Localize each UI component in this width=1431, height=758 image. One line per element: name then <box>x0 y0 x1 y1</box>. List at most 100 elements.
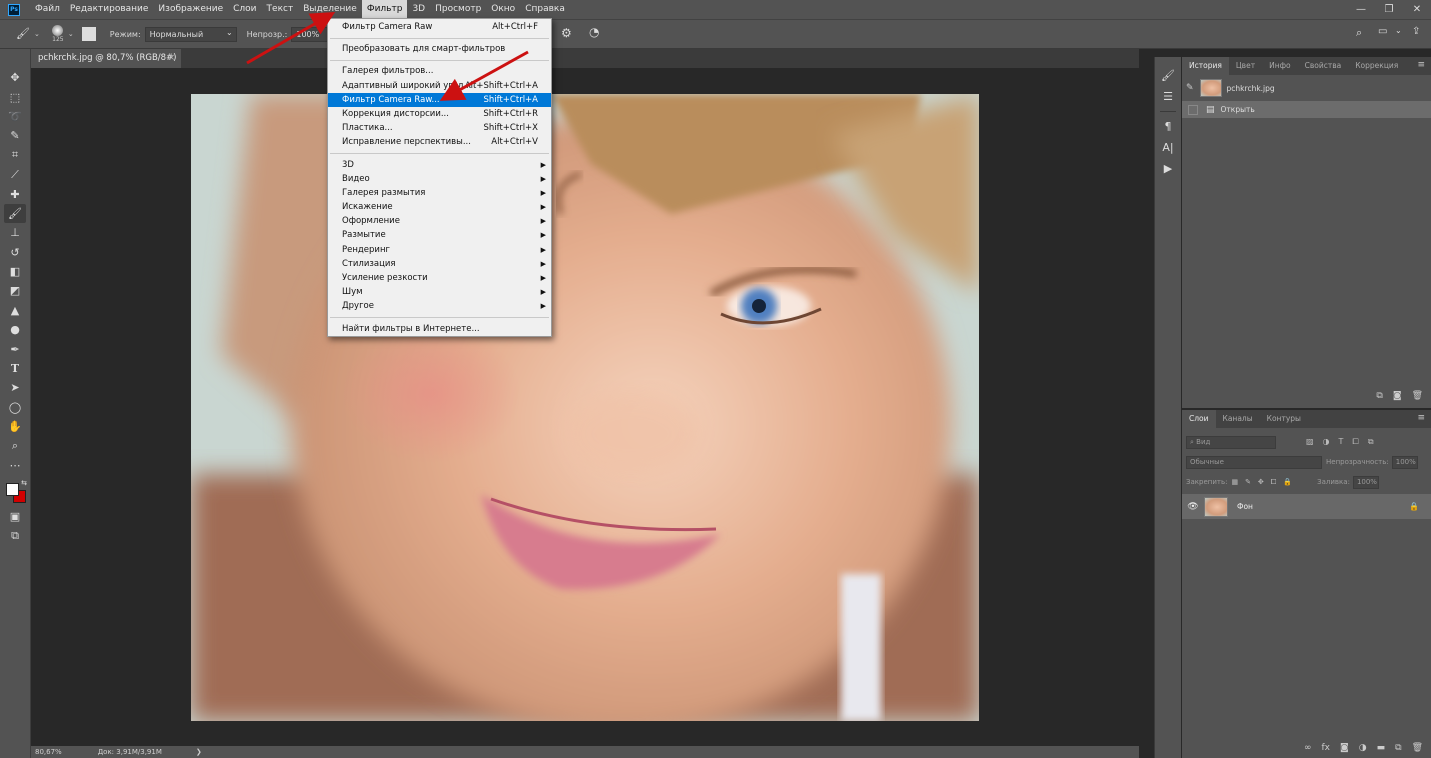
chevron-down-icon[interactable]: ⌄ <box>1395 26 1402 35</box>
filter-menu-item[interactable]: Искажение ▶ <box>328 200 551 214</box>
filter-menu-item[interactable]: Адаптивный широкий угол... Alt+Shift+Ctrl… <box>328 79 551 93</box>
layer-filter-icons[interactable]: ▨◑T⧠⧉ <box>1306 437 1383 447</box>
document-tab[interactable]: pchkrchk.jpg @ 80,7% (RGB/8#) × <box>31 49 181 68</box>
type-tool-icon[interactable]: T <box>4 359 26 378</box>
filter-menu-item[interactable]: Пластика... Shift+Ctrl+X <box>328 121 551 135</box>
panel-tab-3[interactable]: Свойства <box>1298 57 1349 75</box>
chevron-down-icon[interactable]: ⌄ <box>34 30 40 38</box>
menu-1[interactable]: Редактирование <box>65 0 154 19</box>
panel-tab-0[interactable]: Слои <box>1182 410 1216 428</box>
new-group-folder-icon[interactable]: ▬ <box>1377 743 1386 753</box>
history-brush-tool-icon[interactable]: ↺ <box>4 243 26 262</box>
panel-tab-2[interactable]: Контуры <box>1260 410 1308 428</box>
filter-menu-item[interactable]: Галерея фильтров... <box>328 64 551 78</box>
crop-tool-icon[interactable]: ⌗ <box>4 146 26 165</box>
path-selection-tool-icon[interactable]: ➤ <box>4 378 26 397</box>
filter-menu-item[interactable]: Галерея размытия ▶ <box>328 186 551 200</box>
filter-menu-item[interactable]: Исправление перспективы... Alt+Ctrl+V <box>328 135 551 149</box>
filter-menu-item[interactable]: Преобразовать для смарт-фильтров <box>328 42 551 56</box>
history-source-checkbox[interactable] <box>1188 104 1198 115</box>
close-tab-icon[interactable]: × <box>168 49 175 68</box>
menu-3[interactable]: Слои <box>228 0 261 19</box>
filter-menu-item[interactable]: Фильтр Camera Raw Alt+Ctrl+F <box>328 20 551 34</box>
layer-filter-select[interactable]: ⌕ Вид <box>1186 435 1276 449</box>
foreground-color-swatch[interactable] <box>6 483 19 497</box>
marquee-tool-icon[interactable]: ⬚ <box>4 87 26 106</box>
filter-menu-item[interactable]: 3D ▶ <box>328 158 551 172</box>
menu-10[interactable]: Справка <box>520 0 570 19</box>
canvas-area[interactable] <box>31 68 1139 746</box>
menu-0[interactable]: Файл <box>30 0 65 19</box>
brush-settings-icon[interactable]: 🖌 <box>1158 65 1178 86</box>
panel-tab-2[interactable]: Инфо <box>1262 57 1298 75</box>
filter-menu-item[interactable]: Усиление резкости ▶ <box>328 271 551 285</box>
brush-preset-picker[interactable]: 125 <box>50 23 66 45</box>
eye-visibility-icon[interactable]: 👁 <box>1182 502 1204 512</box>
actions-play-icon[interactable]: ▶ <box>1158 158 1178 179</box>
eraser-tool-icon[interactable]: ◧ <box>4 262 26 281</box>
blend-mode-select[interactable]: Обычные <box>1186 455 1322 469</box>
trash-icon[interactable]: 🗑 <box>1412 391 1423 401</box>
brush-settings-panel-icon[interactable] <box>81 27 96 41</box>
dodge-tool-icon[interactable]: ● <box>4 320 26 339</box>
filter-menu-item[interactable]: Фильтр Camera Raw... Shift+Ctrl+A <box>328 92 551 107</box>
eyedropper-tool-icon[interactable]: ⟋ <box>4 165 26 184</box>
panel-menu-icon[interactable]: ≡ <box>1417 60 1425 70</box>
camera-snapshot-icon[interactable]: ◙ <box>1393 391 1402 401</box>
zoom-tool-icon[interactable]: ⌕ <box>4 436 26 455</box>
filter-menu-item[interactable]: Видео ▶ <box>328 172 551 186</box>
mode-select[interactable]: Нормальный <box>144 26 237 42</box>
close-window-icon[interactable]: ✕ <box>1403 0 1431 19</box>
pressure-size-icon[interactable]: ◔ <box>589 25 599 39</box>
menu-2[interactable]: Изображение <box>153 0 228 19</box>
layer-row[interactable]: 👁 Фон 🔒 <box>1182 494 1431 519</box>
paragraph-icon[interactable]: ¶ <box>1158 116 1178 137</box>
filter-menu-item[interactable]: Коррекция дисторсии... Shift+Ctrl+R <box>328 107 551 121</box>
move-tool-icon[interactable]: ✥ <box>4 68 26 87</box>
lock-icon[interactable]: 🔒 <box>1409 502 1419 511</box>
status-menu-icon[interactable]: ❯ <box>196 748 202 756</box>
panel-tab-0[interactable]: История <box>1182 57 1229 75</box>
screen-mode-icon[interactable]: ⧉ <box>4 527 26 546</box>
workspace-icon[interactable]: ▭ <box>1378 26 1387 37</box>
clone-stamp-tool-icon[interactable]: ⊥ <box>4 223 26 242</box>
adjustments-sliders-icon[interactable]: ☰ <box>1158 86 1178 107</box>
history-brush-source-icon[interactable]: ✎ <box>1186 83 1194 93</box>
menu-7[interactable]: 3D <box>407 0 430 19</box>
document-image[interactable] <box>191 94 979 721</box>
ellipse-tool-icon[interactable]: ◯ <box>4 398 26 417</box>
photoshop-logo-icon[interactable]: Ps <box>8 3 20 16</box>
filter-menu-item[interactable]: Размытие ▶ <box>328 228 551 242</box>
search-icon[interactable]: ⌕ <box>1356 26 1362 40</box>
lock-icons[interactable]: ▦✎✥⧠🔒 <box>1231 478 1299 487</box>
zoom-level[interactable]: 80,67% <box>35 748 62 756</box>
menu-4[interactable]: Текст <box>262 0 299 19</box>
layer-mask-icon[interactable]: ◙ <box>1340 743 1349 753</box>
chevron-down-icon[interactable]: ⌄ <box>68 30 74 38</box>
new-document-from-state-icon[interactable]: ⧉ <box>1376 391 1382 401</box>
healing-brush-tool-icon[interactable]: ✚ <box>4 184 26 203</box>
gear-icon[interactable]: ⚙ <box>561 26 572 40</box>
share-icon[interactable]: ⇪ <box>1412 26 1420 37</box>
quick-selection-tool-icon[interactable]: ✎ <box>4 126 26 145</box>
filter-menu-item[interactable]: Найти фильтры в Интернете... <box>328 322 551 336</box>
more-tools-icon[interactable]: ⋯ <box>4 456 26 475</box>
filter-menu-item[interactable]: Рендеринг ▶ <box>328 243 551 257</box>
panel-tab-4[interactable]: Коррекция <box>1348 57 1405 75</box>
filter-menu-item[interactable]: Оформление ▶ <box>328 214 551 228</box>
filter-menu-item[interactable]: Шум ▶ <box>328 285 551 299</box>
hand-tool-icon[interactable]: ✋ <box>4 417 26 436</box>
link-layers-icon[interactable]: ∞ <box>1304 743 1312 753</box>
panel-tab-1[interactable]: Каналы <box>1216 410 1260 428</box>
adjustment-layer-icon[interactable]: ◑ <box>1359 743 1367 753</box>
menu-6[interactable]: Фильтр <box>361 0 408 19</box>
blur-tool-icon[interactable]: ▲ <box>4 301 26 320</box>
new-layer-icon[interactable]: ⧉ <box>1395 743 1401 753</box>
menu-8[interactable]: Просмотр <box>430 0 486 19</box>
pen-tool-icon[interactable]: ✒ <box>4 339 26 358</box>
paint-bucket-tool-icon[interactable]: ◩ <box>4 281 26 300</box>
layer-style-fx-icon[interactable]: fx <box>1322 743 1331 753</box>
menu-5[interactable]: Выделение <box>298 0 362 19</box>
history-step[interactable]: ▤ Открыть <box>1182 101 1431 118</box>
swap-colors-icon[interactable]: ⇆ <box>21 479 27 487</box>
